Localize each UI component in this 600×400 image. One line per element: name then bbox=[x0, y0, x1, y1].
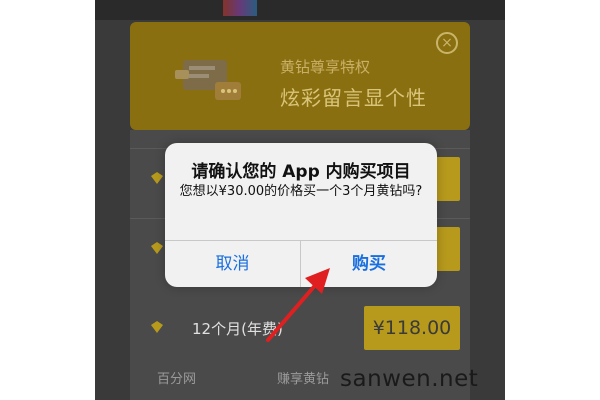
red-arrow-annotation bbox=[266, 268, 330, 342]
watermark: sanwen.net bbox=[340, 366, 479, 392]
